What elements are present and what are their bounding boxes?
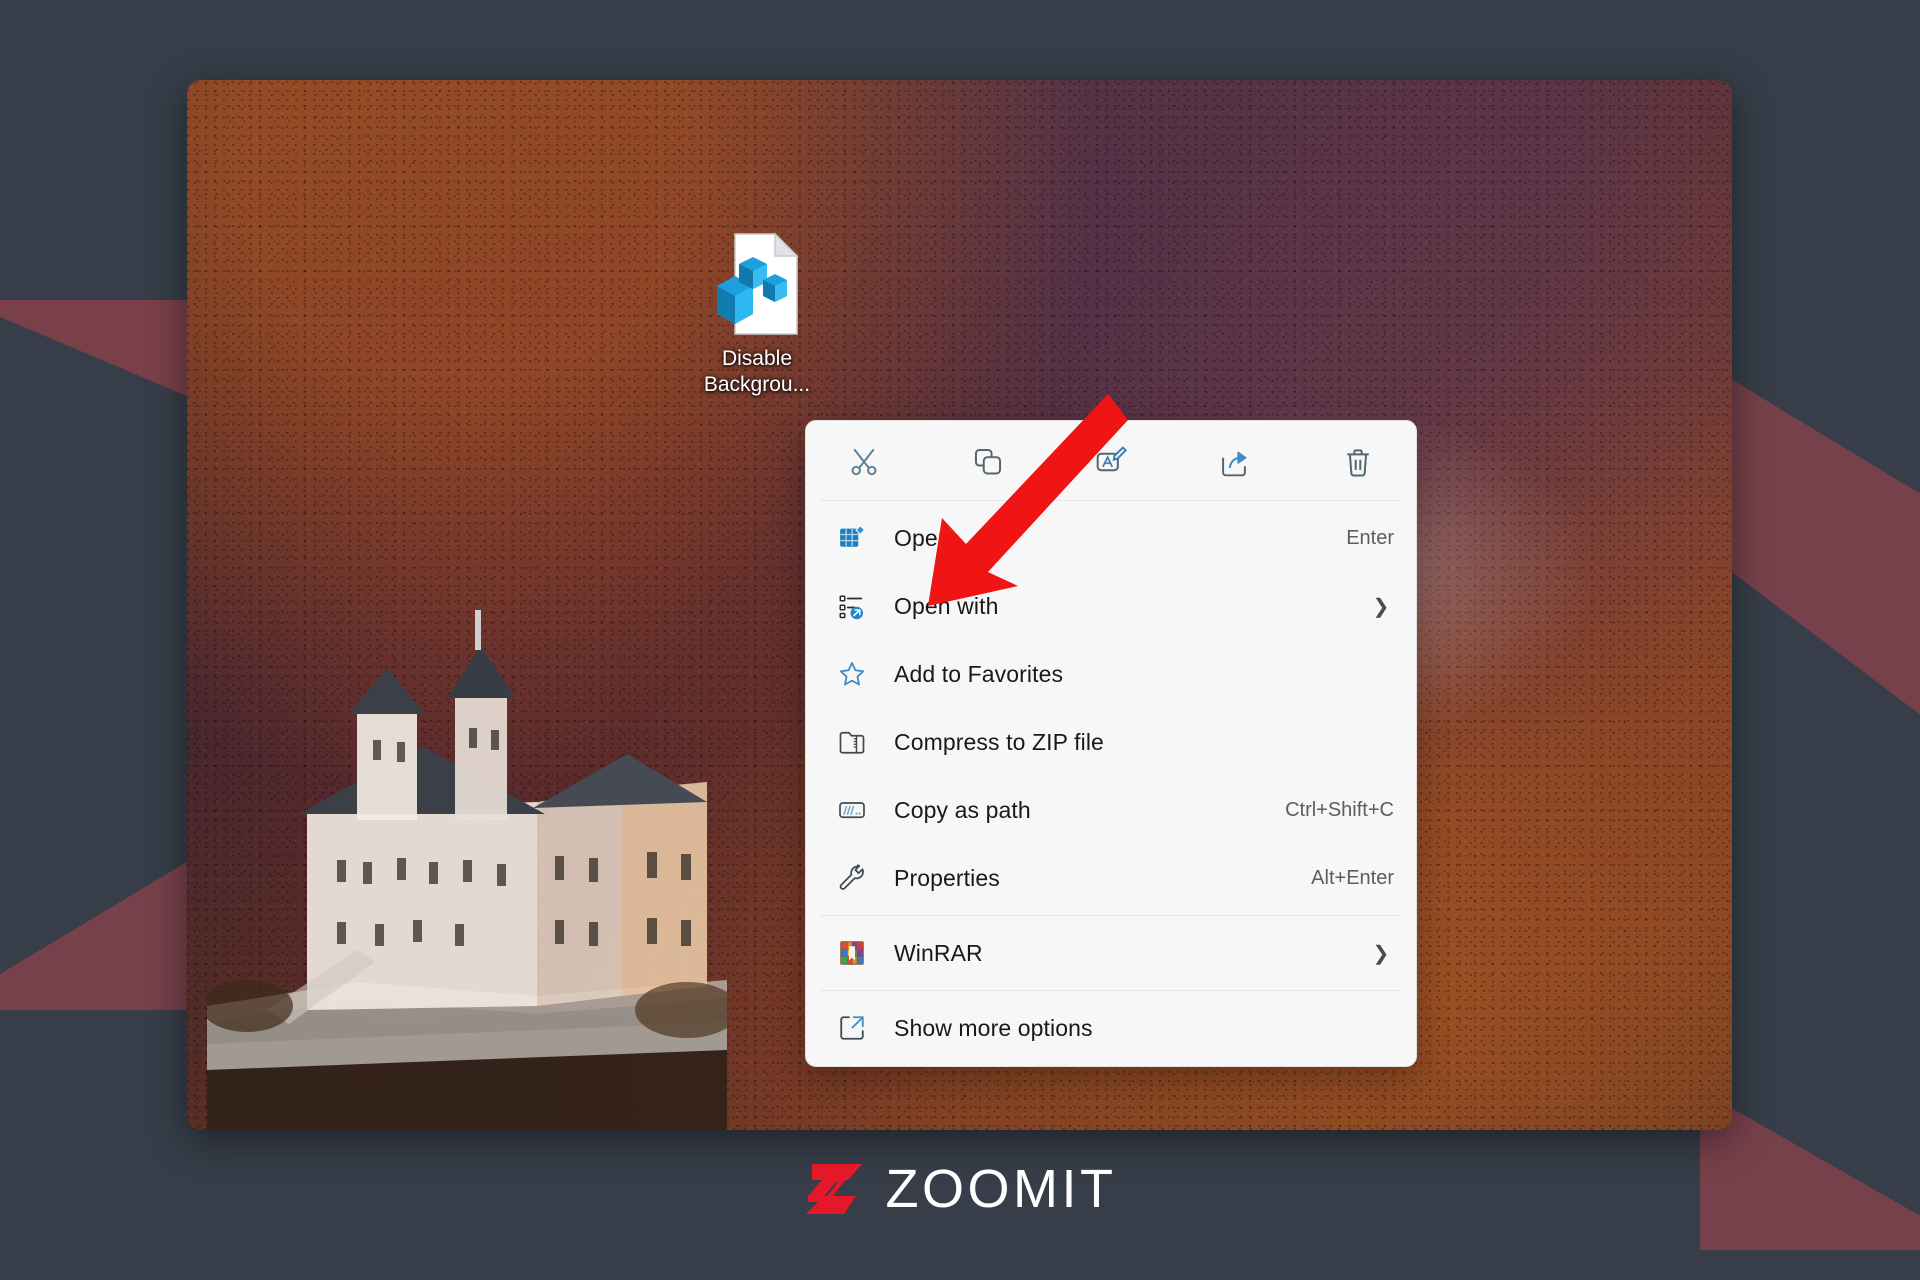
registry-file-icon [717,232,799,335]
open-with-icon [832,589,872,623]
expand-arrow-icon [832,1011,872,1045]
rename-button[interactable] [1083,441,1139,483]
page-root: Disable Backgrou... Open Enter Open with… [0,0,1920,1280]
menu-item-label: Show more options [894,1014,1093,1041]
menu-item-label: Add to Favorites [894,660,1064,687]
zip-folder-icon [832,725,872,759]
menu-item-shortcut: Enter [1346,526,1394,549]
menu-item-label: Open with [894,592,999,619]
menu-item-label: WinRAR [894,939,983,966]
share-button[interactable] [1207,441,1263,483]
menu-separator-bottom [820,990,1402,991]
copy-icon [974,448,1001,475]
scissors-icon [851,448,877,476]
zoomit-logo: ZOOMIT [0,1158,1920,1220]
menu-item-add-to-favorites[interactable]: Add to Favorites [806,640,1416,708]
menu-item-label: Open [894,524,951,551]
winrar-icon [832,936,872,970]
cut-button[interactable] [836,441,892,483]
open-grid-icon [832,521,872,555]
menu-item-open[interactable]: Open Enter [806,504,1416,572]
menu-item-shortcut: Ctrl+Shift+C [1285,798,1394,821]
menu-separator-top [820,500,1402,501]
desktop-icon-disable-background[interactable]: Disable Backgrou... [677,228,837,397]
menu-item-label: Copy as path [894,796,1031,823]
rename-icon [1096,446,1127,472]
chevron-right-icon: ❯ [1372,595,1390,618]
zoomit-wordmark: ZOOMIT [885,1159,1117,1219]
menu-item-compress-to-zip[interactable]: Compress to ZIP file [806,708,1416,776]
context-menu-command-bar [806,425,1416,497]
context-menu: Open Enter Open with ❯ Add to Favorites … [805,420,1417,1067]
zoomit-z-mark [805,1164,862,1214]
menu-item-winrar[interactable]: WinRAR ❯ [806,919,1416,987]
delete-button[interactable] [1330,441,1386,483]
wrench-icon [832,861,872,895]
menu-item-properties[interactable]: Properties Alt+Enter [806,844,1416,912]
menu-item-shortcut: Alt+Enter [1311,866,1394,889]
star-icon [832,657,872,691]
menu-item-label: Properties [894,864,1000,891]
menu-item-copy-as-path[interactable]: Copy as path Ctrl+Shift+C [806,776,1416,844]
desktop-icon-label: Disable Backgrou... [703,347,811,396]
share-icon [1221,451,1247,477]
copy-button[interactable] [960,441,1016,483]
chevron-right-icon: ❯ [1372,942,1390,965]
menu-item-show-more-options[interactable]: Show more options [806,994,1416,1062]
menu-separator-winrar [820,915,1402,916]
screenshot-card: Disable Backgrou... Open Enter Open with… [187,80,1732,1130]
menu-item-open-with[interactable]: Open with ❯ [806,572,1416,640]
trash-icon [1347,449,1369,477]
copy-path-icon [832,793,872,827]
menu-item-label: Compress to ZIP file [894,728,1104,755]
